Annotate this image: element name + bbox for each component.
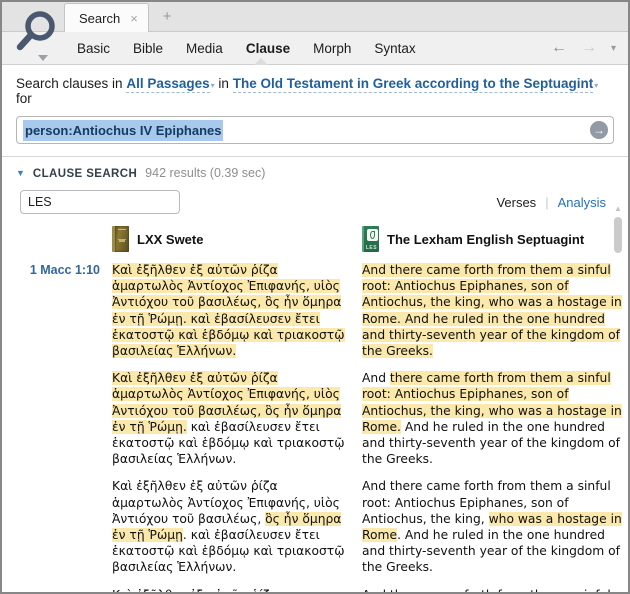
panel-icon-area [2, 2, 64, 66]
chevron-down-icon: ▾ [210, 81, 215, 90]
result-row: Καὶ ἐξῆλθεν ἐξ αὐτῶν ῥίζα ἁμαρτωλὸς Ἀντί… [2, 478, 628, 575]
tab-clause[interactable]: Clause [246, 41, 290, 56]
verse-reference[interactable]: 1 Macc 1:10 [14, 262, 100, 359]
passage-range-dropdown[interactable]: All Passages [126, 76, 210, 93]
verse-text: Καὶ ἐξῆλθεν ἐξ αὐτῶν ῥίζα ἁμαρτωλὸς Ἀντί… [112, 588, 341, 592]
match-highlight: And there came forth from them a sinful … [362, 263, 622, 359]
column-headers: LXX Swete LES The Lexham English Septuag… [2, 226, 628, 252]
forward-arrow-icon: → [580, 39, 597, 56]
english-verse-cell: And there came forth from them a sinful … [362, 587, 624, 592]
corpus-dropdown[interactable]: The Old Testament in Greek according to … [232, 76, 594, 93]
tab-strip: Search × + [2, 2, 628, 61]
menu-dropdown-icon[interactable]: ▾ [611, 43, 616, 54]
result-row: 1 Macc 1:10 Καὶ ἐξῆλθεν ἐξ αὐτῶν ῥίζα ἁμα… [2, 262, 628, 359]
tab-close-icon[interactable]: × [130, 12, 138, 25]
tab-title: Search [79, 10, 121, 26]
active-tab-indicator [254, 58, 268, 65]
results-section-title: CLAUSE SEARCH [32, 168, 138, 180]
verse-reference [14, 587, 100, 592]
results-controls: Verses | Analysis [2, 186, 628, 220]
search-query-input[interactable]: person:Antiochus IV Epiphanes → [16, 116, 614, 144]
scroll-up-arrow-icon[interactable]: ▲ [612, 204, 624, 213]
scope-sentence: Search clauses in All Passages▾ in The O… [16, 76, 614, 106]
view-separator: | [545, 194, 549, 210]
english-verse-cell: And there came forth from them a sinful … [362, 370, 624, 467]
verse-reference [14, 370, 100, 467]
verse-text: And there came forth from them a sinful … [362, 588, 622, 592]
greek-verse-cell: Καὶ ἐξῆλθεν ἐξ αὐτῶν ῥίζα ἁμαρτωλὸς Ἀντί… [112, 370, 350, 467]
history-nav: ← → ▾ [551, 32, 616, 64]
lxx-swete-book-icon [112, 226, 129, 252]
les-book-icon: LES [362, 226, 379, 252]
column-header-english[interactable]: LES The Lexham English Septuagint [362, 226, 624, 252]
collapse-triangle-icon[interactable]: ▼ [16, 168, 25, 178]
match-highlight: Καὶ ἐξῆλθεν ἐξ αὐτῶν ῥίζα ἁμαρτωλὸς Ἀντί… [112, 263, 345, 359]
verse-reference [14, 478, 100, 575]
verse-text: And [362, 371, 390, 386]
greek-verse-cell: Καὶ ἐξῆλθεν ἐξ αὐτῶν ῥίζα ἁμαρτωλὸς Ἀντί… [112, 587, 350, 592]
greek-verse-cell: Καὶ ἐξῆλθεν ἐξ αὐτῶν ῥίζα ἁμαρτωλὸς Ἀντί… [112, 478, 350, 575]
run-search-button[interactable]: → [590, 121, 608, 139]
greek-verse-cell: Καὶ ἐξῆλθεν ἐξ αὐτῶν ῥίζα ἁμαρτωλὸς Ἀντί… [112, 262, 350, 359]
english-verse-cell: And there came forth from them a sinful … [362, 262, 624, 359]
result-row: Καὶ ἐξῆλθεν ἐξ αὐτῶν ῥίζα ἁμαρτωλὸς Ἀντί… [2, 587, 628, 592]
search-scope-panel: Search clauses in All Passages▾ in The O… [2, 64, 628, 157]
results-section-header: ▼ CLAUSE SEARCH 942 results (0.39 sec) [2, 157, 628, 186]
column-title-english: The Lexham English Septuagint [387, 231, 585, 247]
scope-suffix: for [16, 91, 32, 106]
search-icon[interactable] [14, 9, 58, 53]
english-verse-cell: And there came forth from them a sinful … [362, 478, 624, 575]
version-filter-input[interactable] [20, 190, 180, 214]
tab-syntax[interactable]: Syntax [374, 41, 415, 56]
vertical-scrollbar[interactable]: ▲ [612, 204, 624, 588]
new-tab-button[interactable]: + [163, 8, 172, 31]
search-panel-window: Search × + Basic Bible Media Clause Morp… [0, 0, 630, 594]
panel-menu-caret-icon[interactable] [38, 55, 48, 61]
chevron-down-icon: ▾ [594, 81, 599, 90]
column-header-greek[interactable]: LXX Swete [112, 226, 350, 252]
back-arrow-icon[interactable]: ← [551, 39, 567, 57]
results-list: 1 Macc 1:10 Καὶ ἐξῆλθεν ἐξ αὐτῶν ῥίζα ἁμα… [2, 262, 628, 592]
tab-search[interactable]: Search × [64, 3, 149, 32]
column-title-greek: LXX Swete [137, 231, 204, 247]
results-count: 942 results (0.39 sec) [145, 166, 266, 180]
verse-text: . And he ruled in the one hundred and th… [362, 528, 620, 575]
tab-bible[interactable]: Bible [133, 41, 163, 56]
tab-morph[interactable]: Morph [313, 41, 351, 56]
scope-mid: in [218, 76, 229, 91]
tab-media[interactable]: Media [186, 41, 223, 56]
view-switcher: Verses | Analysis [496, 195, 606, 210]
search-type-toolbar: Basic Bible Media Clause Morph Syntax ← … [2, 32, 628, 65]
result-row: Καὶ ἐξῆλθεν ἐξ αὐτῶν ῥίζα ἁμαρτωλὸς Ἀντί… [2, 370, 628, 467]
verse-text: And he ruled in the one hundred and thir… [362, 419, 620, 467]
view-analysis-link[interactable]: Analysis [558, 195, 606, 210]
query-selected-text[interactable]: person:Antiochus IV Epiphanes [23, 119, 224, 141]
scrollbar-thumb[interactable] [614, 217, 622, 253]
tab-basic[interactable]: Basic [77, 41, 110, 56]
view-verses-link[interactable]: Verses [496, 195, 536, 210]
scope-prefix: Search clauses in [16, 76, 123, 91]
